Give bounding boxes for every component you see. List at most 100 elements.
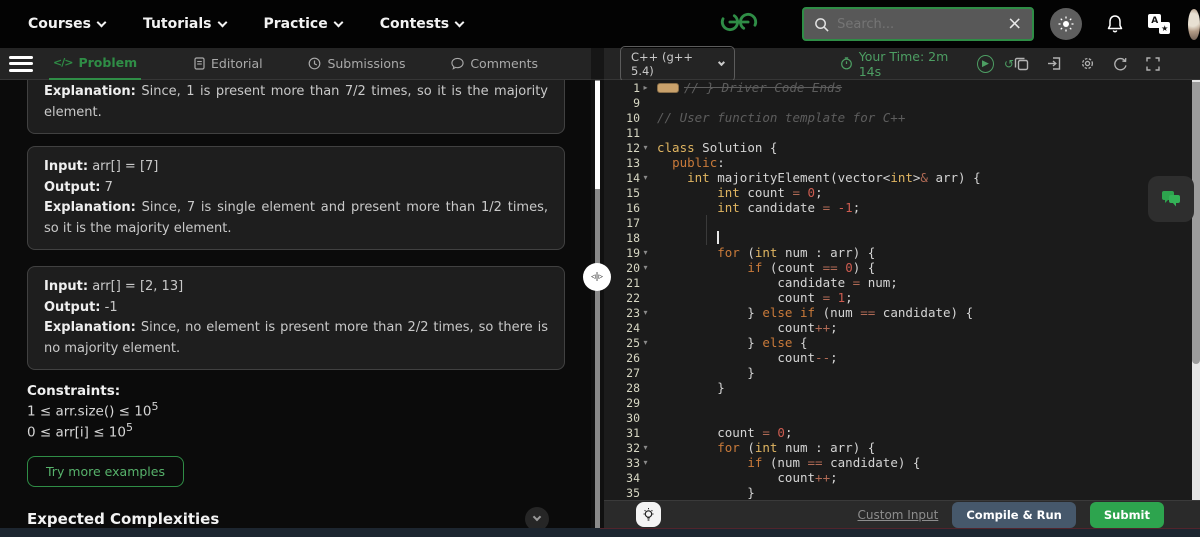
code-line[interactable]: 12 ▾ class Solution { — [604, 140, 1192, 155]
fold-toggle-icon[interactable]: ▾ — [640, 305, 651, 320]
code-line[interactable]: 34 count ++; — [604, 470, 1192, 485]
reset-code-icon[interactable] — [1113, 56, 1128, 71]
avatar[interactable] — [1188, 8, 1200, 40]
fold-toggle-icon[interactable]: ▾ — [640, 170, 651, 185]
line-number: 19 — [626, 245, 640, 260]
tab-comments[interactable]: Comments — [451, 48, 538, 80]
code-editor-panel: 1 ▸// } Driver Code Ends 9 10// User functi… — [604, 80, 1200, 528]
theme-toggle-button[interactable] — [1050, 8, 1083, 40]
code-line[interactable]: 29 — [604, 395, 1192, 410]
fold-toggle-icon[interactable]: ▾ — [640, 245, 651, 260]
nav-item-tutorials[interactable]: Tutorials — [143, 16, 227, 32]
timer-reset-button[interactable]: ↺ — [1004, 55, 1014, 73]
expected-complexities-row[interactable]: Expected Complexities — [27, 507, 565, 528]
line-number: 28 — [626, 380, 640, 395]
chat-bubbles-icon — [1159, 188, 1183, 210]
code-line[interactable]: 30 — [604, 410, 1192, 425]
constraint-line: 0 ≤ arr[i] ≤ 105 — [27, 420, 133, 441]
line-number: 1 — [633, 80, 640, 95]
code-line[interactable]: 13 public: — [604, 155, 1192, 170]
nav-item-practice[interactable]: Practice — [264, 16, 344, 32]
code-line[interactable]: 32 ▾ for (int num : arr) { — [604, 440, 1192, 455]
code-line[interactable]: 19 ▾ for (int num : arr) { — [604, 245, 1192, 260]
fold-toggle-icon[interactable]: ▸ — [640, 80, 651, 95]
code-line[interactable]: 16 int candidate = -1; — [604, 200, 1192, 215]
notifications-bell-icon[interactable] — [1106, 14, 1124, 34]
line-number: 25 — [626, 335, 640, 350]
language-select[interactable]: C++ (g++ 5.4) — [620, 45, 735, 82]
panel-divider: ◃|▹ — [583, 80, 611, 528]
divider-drag-handle[interactable]: ◃|▹ — [583, 263, 611, 291]
gfg-logo-icon[interactable] — [718, 10, 760, 38]
import-code-icon[interactable] — [1047, 56, 1062, 71]
search-bar: × — [802, 7, 1035, 41]
copy-code-icon[interactable] — [1014, 56, 1029, 71]
hamburger-menu-icon[interactable] — [9, 52, 33, 75]
search-input[interactable] — [837, 16, 1008, 32]
line-number: 13 — [626, 155, 640, 170]
code-line[interactable]: 33 ▾ if (num == candidate) { — [604, 455, 1192, 470]
fold-toggle-icon[interactable]: ▾ — [640, 440, 651, 455]
line-number: 35 — [626, 485, 640, 500]
nav-item-courses[interactable]: Courses — [28, 16, 107, 32]
hint-bulb-button[interactable] — [636, 502, 661, 527]
code-line[interactable]: 25 ▾ } else { — [604, 335, 1192, 350]
line-number: 31 — [626, 425, 640, 440]
indent-guide — [706, 215, 707, 230]
line-number: 27 — [626, 365, 640, 380]
code-line[interactable]: 21 candidate = num; — [604, 275, 1192, 290]
chevron-down-icon — [333, 17, 344, 27]
code-line[interactable]: 26 count --; — [604, 350, 1192, 365]
expand-section-button[interactable] — [525, 507, 549, 528]
submit-button[interactable]: Submit — [1089, 501, 1164, 528]
code-line[interactable]: 17 — [604, 215, 1192, 230]
code-line[interactable]: 18 — [604, 230, 1192, 245]
line-number: 12 — [626, 140, 640, 155]
fold-toggle-icon[interactable]: ▾ — [640, 260, 651, 275]
example-box-partial: Explanation: Since, 1 is present more th… — [27, 80, 565, 135]
line-number: 17 — [626, 215, 640, 230]
code-line[interactable]: 14 ▾ int majorityElement(vector< int > & arr… — [604, 170, 1192, 185]
sub-bar: </> Problem Editorial Submissions Commen… — [0, 45, 1200, 82]
code-line[interactable]: 10// User function template for C++ — [604, 110, 1192, 125]
problem-scrollbar-thumb[interactable] — [595, 81, 600, 189]
line-number: 21 — [626, 275, 640, 290]
line-number: 16 — [626, 200, 640, 215]
main-nav: Courses Tutorials Practice Contests — [28, 16, 465, 32]
code-line[interactable]: 35 } — [604, 485, 1192, 500]
text-cursor — [717, 231, 719, 244]
settings-gear-icon[interactable] — [1080, 56, 1095, 71]
fold-toggle-icon[interactable]: ▾ — [640, 455, 651, 470]
timer-play-button[interactable]: ▶ — [976, 54, 994, 73]
code-line[interactable]: 1 ▸// } Driver Code Ends — [604, 80, 1192, 95]
code-area[interactable]: 1 ▸// } Driver Code Ends 9 10// User functi… — [604, 80, 1192, 500]
tab-submissions[interactable]: Submissions — [308, 48, 405, 80]
fold-toggle-icon[interactable]: ▾ — [640, 140, 651, 155]
code-line[interactable]: 22 count = 1; — [604, 290, 1192, 305]
fold-toggle-icon[interactable]: ▾ — [640, 335, 651, 350]
code-line[interactable]: 31 count = 0; — [604, 425, 1192, 440]
code-line[interactable]: 23 ▾ } else if (num == candidate) { — [604, 305, 1192, 320]
tab-problem[interactable]: </> Problem — [49, 48, 142, 80]
code-line[interactable]: 27 } — [604, 365, 1192, 380]
tab-editorial[interactable]: Editorial — [194, 48, 263, 80]
nav-item-contests[interactable]: Contests — [380, 16, 465, 32]
chevron-down-icon — [217, 17, 227, 27]
editor-scrollbar-thumb[interactable] — [1192, 82, 1200, 364]
translate-icon[interactable]: A ★ — [1148, 14, 1171, 34]
code-line[interactable]: 24 count ++; — [604, 320, 1192, 335]
fullscreen-icon[interactable] — [1146, 56, 1160, 71]
doubt-chat-button[interactable] — [1148, 176, 1194, 222]
clear-search-icon[interactable]: × — [1007, 15, 1022, 33]
compile-run-button[interactable]: Compile & Run — [952, 501, 1076, 528]
line-number: 20 — [626, 260, 640, 275]
try-more-examples-button[interactable]: Try more examples — [27, 456, 184, 488]
code-line[interactable]: 15 int count = 0; — [604, 185, 1192, 200]
code-line[interactable]: 20 ▾ if (count == 0) { — [604, 260, 1192, 275]
folded-code-badge[interactable] — [657, 82, 679, 93]
code-line[interactable]: 11 — [604, 125, 1192, 140]
code-line[interactable]: 9 — [604, 95, 1192, 110]
constraint-line: 1 ≤ arr.size() ≤ 105 — [27, 400, 159, 420]
code-line[interactable]: 28 } — [604, 380, 1192, 395]
custom-input-link[interactable]: Custom Input — [858, 508, 939, 522]
